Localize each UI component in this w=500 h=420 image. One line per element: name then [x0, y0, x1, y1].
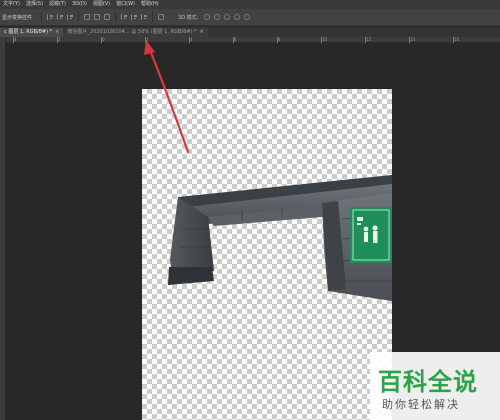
- distribute-center-icon[interactable]: [131, 14, 138, 20]
- separator: [78, 12, 80, 22]
- green-sign: [350, 207, 392, 263]
- align-left-icon[interactable]: [47, 14, 54, 20]
- separator: [115, 12, 117, 22]
- watermark: 百科全说 助你轻松解决: [370, 352, 500, 420]
- show-transform-controls-label[interactable]: 显示变换控件: [2, 14, 32, 21]
- menu-window[interactable]: 窗口(W): [116, 0, 135, 9]
- slide-3d-icon[interactable]: [234, 14, 241, 20]
- menu-help[interactable]: 帮助(H): [141, 0, 159, 9]
- horizontal-ruler[interactable]: 4 2 0 2 4 6 8 10 12 14 16: [6, 37, 500, 43]
- align-bottom-icon[interactable]: [104, 14, 111, 20]
- tab-label: 微信图片_20201026104… @ 50% (图层 1, RGB/8#) *: [67, 29, 197, 35]
- ruler-tick: 0: [101, 37, 105, 43]
- ruler-tick: 4: [189, 37, 193, 43]
- vertical-ruler[interactable]: [0, 37, 6, 420]
- align-middle-icon[interactable]: [94, 14, 101, 20]
- tab-document-2[interactable]: 微信图片_20201026104… @ 50% (图层 1, RGB/8#) *…: [63, 28, 208, 37]
- menu-3d[interactable]: 3D(D): [72, 0, 87, 9]
- menu-view[interactable]: 视图(V): [93, 0, 110, 9]
- ruler-tick: 2: [57, 37, 61, 43]
- photoshop-window: 文字(Y) 选择(S) 滤镜(T) 3D(D) 视图(V) 窗口(W) 帮助(H…: [0, 0, 500, 420]
- tab-document-1[interactable]: c 图层 1, RGB/8#) * ×: [0, 28, 64, 37]
- gate-image[interactable]: [142, 89, 392, 420]
- close-icon[interactable]: ×: [200, 29, 204, 35]
- scale-3d-icon[interactable]: [244, 14, 251, 20]
- distribute-left-icon[interactable]: [121, 14, 128, 20]
- ruler-tick: 16: [452, 37, 460, 43]
- align-top-icon[interactable]: [84, 14, 91, 20]
- watermark-logo: 百科全说: [378, 368, 478, 396]
- drag-3d-icon[interactable]: [224, 14, 231, 20]
- separator: [152, 12, 154, 22]
- ruler-tick: 2: [145, 37, 149, 43]
- tab-label: c 图层 1, RGB/8#) *: [4, 29, 53, 35]
- menu-filter[interactable]: 滤镜(T): [49, 0, 66, 9]
- ruler-tick: 14: [408, 37, 416, 43]
- ruler-tick: 10: [320, 37, 328, 43]
- ruler-tick: 8: [277, 37, 281, 43]
- document-canvas[interactable]: [142, 89, 392, 420]
- ruler-tick: 6: [233, 37, 237, 43]
- options-bar: 显示变换控件 3D 模式:: [0, 9, 500, 26]
- align-right-icon[interactable]: [67, 14, 74, 20]
- gate-left-base: [168, 267, 214, 285]
- auto-align-icon[interactable]: [158, 14, 165, 20]
- roll-3d-icon[interactable]: [214, 14, 221, 20]
- separator: [41, 12, 43, 22]
- menu-bar: 文字(Y) 选择(S) 滤镜(T) 3D(D) 视图(V) 窗口(W) 帮助(H…: [0, 0, 500, 9]
- ruler-tick: 4: [13, 37, 17, 43]
- document-tab-bar: c 图层 1, RGB/8#) * × 微信图片_20201026104… @ 5…: [0, 27, 500, 37]
- watermark-tagline: 助你轻松解决: [382, 398, 460, 411]
- menu-select[interactable]: 选择(S): [26, 0, 43, 9]
- 3d-mode-label: 3D 模式:: [178, 14, 199, 21]
- close-icon[interactable]: ×: [55, 29, 59, 35]
- ruler-tick: 12: [364, 37, 372, 43]
- align-center-icon[interactable]: [57, 14, 64, 20]
- distribute-right-icon[interactable]: [141, 14, 148, 20]
- menu-type[interactable]: 文字(Y): [3, 0, 20, 9]
- rotate-3d-icon[interactable]: [204, 14, 211, 20]
